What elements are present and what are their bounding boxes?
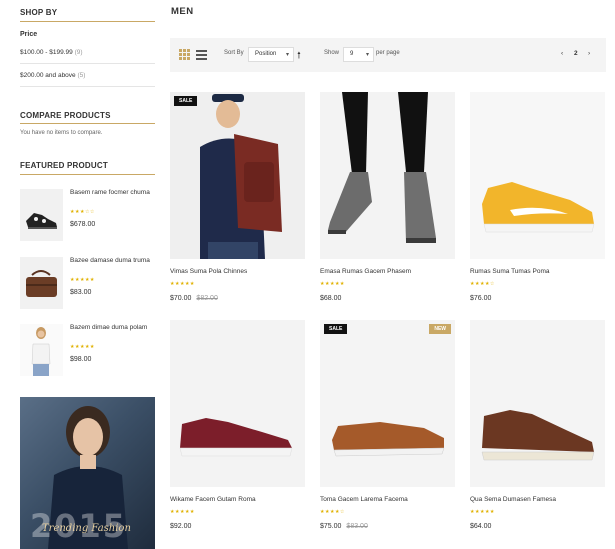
product-price: $68.00 [320,295,341,302]
price-option-1[interactable]: $100.00 - $199.99 (9) [20,49,83,56]
product-name[interactable]: Rumas Suma Tumas Poma [470,268,549,275]
featured-product-price: $83.00 [70,289,92,296]
sale-badge: SALE [174,96,198,106]
product-image[interactable] [470,92,605,259]
featured-product-image[interactable] [20,324,63,376]
product-name[interactable]: Vimas Suma Pola Chinnes [170,268,247,275]
featured-product-3[interactable]: Bazem dimae duma polam ★★★★★ $98.00 [20,324,155,379]
price-range: $100.00 - $199.99 [20,49,73,56]
product-name[interactable]: Emasa Rumas Gacem Phasem [320,268,411,275]
product-price: $92.00 [170,523,191,530]
list-view-icon[interactable] [196,49,207,60]
product-price: $70.00 $82.00 [170,295,218,302]
sort-by-value: Position [255,51,277,57]
rating-stars: ★★★★★ [70,277,95,283]
featured-product-name[interactable]: Basem rame focmer chuma [70,189,155,197]
sort-by-select[interactable]: Position ▾ [248,47,294,62]
divider [20,21,155,22]
featured-product-1[interactable]: Basem rame focmer chuma ★★★☆☆ $678.00 [20,189,155,244]
divider [20,63,155,64]
show-label: Show [324,50,340,56]
toolbar: Sort By Position ▾ 🠕 Show 9 ▾ per page ‹… [170,38,606,72]
rating-stars: ★★★★★ [170,281,195,287]
featured-product-name[interactable]: Bazem dimae duma polam [70,324,155,332]
product-price: $76.00 [470,295,491,302]
special-price: $92.00 [170,523,192,530]
rating-stars: ★★★☆☆ [70,209,95,215]
product-name[interactable]: Wikame Facem Gutam Roma [170,496,256,503]
grid-view-icon[interactable] [179,49,190,60]
product-image[interactable]: SALE NEW [320,320,455,487]
featured-product-2[interactable]: Bazee damase duma truma ★★★★★ $83.00 [20,257,155,312]
product-price: $64.00 [470,523,491,530]
special-price: $64.00 [470,523,492,530]
limiter-select[interactable]: 9 ▾ [343,47,374,62]
per-page-label: per page [376,50,400,56]
product-name[interactable]: Toma Gacem Larema Facema [320,496,408,503]
rating-stars: ★★★★☆ [320,509,345,515]
sort-by-label: Sort By [224,50,244,56]
product-image[interactable] [170,320,305,487]
featured-product-image[interactable] [20,257,63,309]
compare-products-title: COMPARE PRODUCTS [20,111,111,120]
sale-badge: SALE [324,324,348,334]
pager-next[interactable]: › [588,50,590,57]
sort-direction-icon[interactable]: 🠕 [297,48,301,64]
compare-empty-text: You have no items to compare. [20,130,103,136]
special-price: $75.00 [320,523,342,530]
new-badge: NEW [429,324,451,334]
product-image[interactable] [470,320,605,487]
featured-product-price: $678.00 [70,221,96,228]
price-count: (9) [74,49,83,56]
chevron-down-icon: ▾ [285,52,289,58]
price-filter-label: Price [20,31,38,38]
featured-product-image[interactable] [20,189,63,241]
special-price: $76.00 [470,295,492,302]
pager-prev[interactable]: ‹ [561,50,563,57]
product-name[interactable]: Qua Sema Dumasen Famesa [470,496,556,503]
featured-product-title: FEATURED PRODUCT [20,161,108,170]
price-count: (5) [77,72,86,79]
divider [20,174,155,175]
old-price: $83.00 [346,523,368,530]
old-price: $82.00 [196,295,218,302]
price-option-2[interactable]: $200.00 and above (5) [20,72,85,79]
special-price: $70.00 [170,295,192,302]
price-range: $200.00 and above [20,72,76,79]
rating-stars: ★★★★★ [70,344,95,350]
chevron-down-icon: ▾ [365,52,369,58]
featured-product-price: $98.00 [70,356,92,363]
featured-product-name[interactable]: Bazee damase duma truma [70,257,155,265]
rating-stars: ★★★★☆ [470,281,495,287]
product-image[interactable]: SALE [170,92,305,259]
product-image[interactable] [320,92,455,259]
pager-current[interactable]: 2 [574,50,578,57]
special-price: $68.00 [320,295,342,302]
rating-stars: ★★★★★ [470,509,495,515]
rating-stars: ★★★★★ [320,281,345,287]
shop-by-title: SHOP BY [20,8,58,17]
promo-banner[interactable]: 2015 Trending Fashion [20,397,155,549]
rating-stars: ★★★★★ [170,509,195,515]
divider [20,123,155,124]
banner-tagline: Trending Fashion [42,523,131,534]
page-title: MEN [171,6,194,17]
product-price: $75.00 $83.00 [320,523,368,530]
divider [20,86,155,87]
limiter-value: 9 [350,51,354,57]
